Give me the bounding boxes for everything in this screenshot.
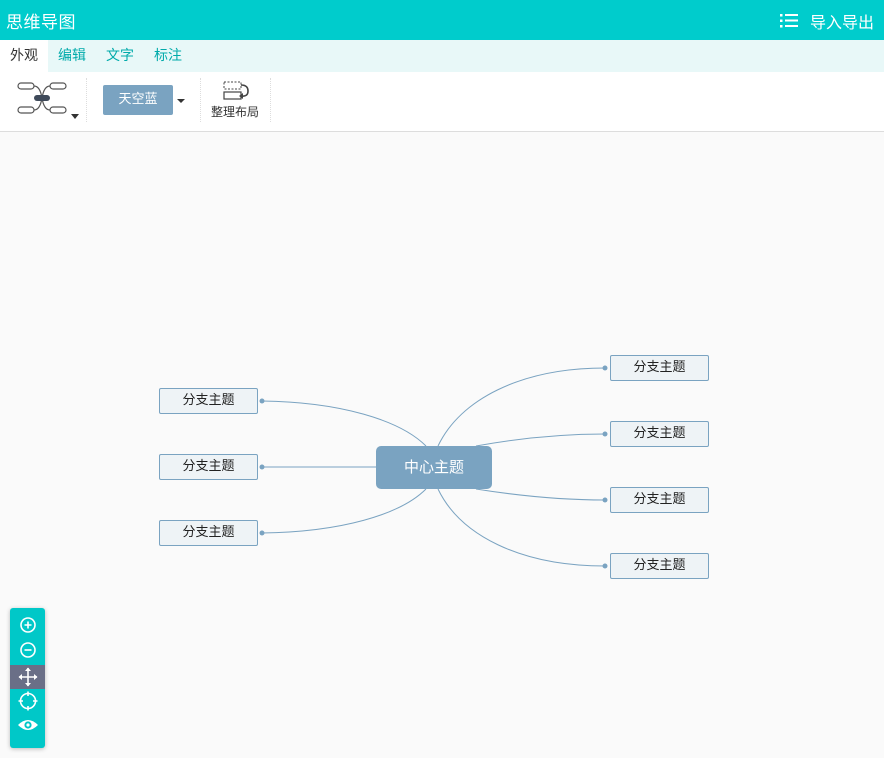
chevron-down-icon[interactable] [176,96,186,106]
tab-edit[interactable]: 编辑 [48,40,96,72]
branch-node-right-2[interactable]: 分支主题 [610,421,709,447]
import-export-button[interactable]: 导入导出 [779,9,874,33]
arrange-layout-button[interactable]: 整理布局 [207,78,263,124]
navigator-toolbar [10,608,45,748]
eye-icon [17,720,38,730]
import-export-label: 导入导出 [809,13,874,32]
mindmap-canvas[interactable] [0,132,884,758]
tab-text[interactable]: 文字 [96,40,144,72]
branch-node-right-1[interactable]: 分支主题 [610,355,709,381]
toolbar-divider [270,78,272,122]
zoom-out-button[interactable] [10,638,45,662]
title-bar: 思维导图 导入导出 [0,0,884,40]
structure-button[interactable] [14,78,80,124]
zoom-out-icon [19,642,36,658]
branch-node-left-1[interactable]: 分支主题 [159,388,258,414]
toolbar-divider [200,78,202,122]
arrange-layout-icon [223,81,249,100]
overview-button[interactable] [10,713,45,737]
app-title: 思维导图 [6,13,76,33]
branch-node-left-2[interactable]: 分支主题 [159,454,258,480]
move-icon [18,667,37,687]
arrange-layout-label: 整理布局 [210,105,259,119]
tab-bar: 外观 编辑 文字 标注 [0,40,884,72]
branch-node-right-4[interactable]: 分支主题 [610,553,709,579]
locate-center-button[interactable] [10,689,45,713]
mindmap-structure-icon [17,82,79,119]
central-topic-node[interactable]: 中心主题 [376,446,492,489]
locate-icon [18,691,37,711]
branch-node-left-3[interactable]: 分支主题 [159,520,258,546]
move-button[interactable] [10,665,45,689]
toolbar-divider [86,78,88,122]
zoom-in-icon [19,617,36,633]
list-icon [779,14,798,28]
theme-button[interactable]: 天空蓝 [103,85,173,115]
tab-appearance[interactable]: 外观 [0,40,48,72]
zoom-in-button[interactable] [10,613,45,637]
tab-annotation[interactable]: 标注 [144,40,192,72]
toolbar: 天空蓝 整理布局 [0,72,884,132]
branch-node-right-3[interactable]: 分支主题 [610,487,709,513]
